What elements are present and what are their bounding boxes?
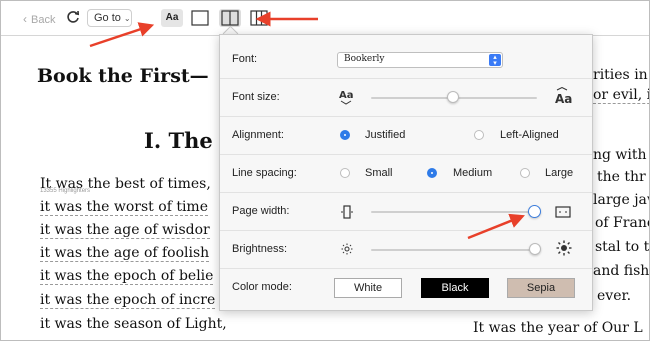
- text-line: ever.: [597, 288, 632, 304]
- text-line: of France: [595, 215, 649, 231]
- wide-width-icon: [555, 206, 571, 218]
- chapter-title: Book the First—: [37, 65, 209, 87]
- refresh-icon[interactable]: [65, 9, 81, 25]
- page-width-label: Page width:: [232, 205, 290, 217]
- color-mode-label: Color mode:: [232, 281, 292, 293]
- font-value: Bookerly: [344, 54, 385, 64]
- large-font-icon: Aa: [555, 87, 572, 106]
- multi-column-icon[interactable]: [248, 9, 270, 27]
- text-line: or evil, in: [593, 87, 649, 104]
- text-line: the thr: [597, 169, 646, 185]
- highlight-note: 13355 Highlighters: [40, 188, 91, 194]
- go-to-label: Go to: [94, 12, 121, 24]
- text-line: ng with: [593, 147, 647, 163]
- text-line: large jaw: [593, 192, 649, 208]
- brightness-row: Brightness:: [220, 231, 592, 269]
- chevron-down-icon: ⌄: [123, 14, 131, 23]
- page-width-slider[interactable]: [528, 205, 541, 218]
- small-spacing-label: Small: [365, 167, 393, 179]
- text-line: it was the worst of time: [40, 199, 208, 216]
- select-arrows-icon: ▴ ▾: [489, 54, 501, 67]
- font-select[interactable]: Bookerly ▴ ▾: [337, 52, 503, 68]
- text-line: it was the age of foolish: [40, 245, 210, 262]
- text-line: stal to th: [595, 239, 650, 255]
- color-mode-row: Color mode: White Black Sepia: [220, 269, 592, 307]
- font-label: Font:: [232, 53, 258, 65]
- page-width-row: Page width:: [220, 193, 592, 231]
- justified-label: Justified: [365, 129, 406, 141]
- medium-spacing-radio[interactable]: [427, 168, 437, 178]
- svg-text:Aa: Aa: [339, 90, 354, 101]
- text-line: and fisho: [593, 263, 650, 279]
- section-title: I. The: [144, 128, 213, 153]
- brightness-slider[interactable]: [529, 243, 541, 255]
- narrow-width-icon: [341, 205, 353, 219]
- font-size-label: Font size:: [232, 91, 280, 103]
- reading-settings-panel: Font: Bookerly ▴ ▾ Font size: Aa Aa Align…: [219, 34, 593, 311]
- alignment-row: Alignment: Justified Left-Aligned: [220, 117, 592, 155]
- font-size-row: Font size: Aa Aa: [220, 79, 592, 117]
- text-line: it was the epoch of incre: [40, 292, 216, 309]
- back-button[interactable]: ‹ Back: [23, 12, 55, 26]
- brightness-track: [371, 249, 537, 251]
- low-brightness-icon: [341, 243, 353, 255]
- text-line: It was the year of Our L: [473, 320, 643, 336]
- text-line: it was the epoch of belie: [40, 268, 214, 285]
- small-spacing-radio[interactable]: [340, 168, 350, 178]
- alignment-label: Alignment:: [232, 129, 284, 141]
- medium-spacing-label: Medium: [453, 167, 493, 179]
- left-aligned-radio[interactable]: [474, 130, 484, 140]
- go-to-dropdown[interactable]: Go to ⌄: [87, 9, 132, 27]
- chevron-left-icon: ‹: [23, 12, 27, 26]
- large-spacing-radio[interactable]: [520, 168, 530, 178]
- white-mode-button[interactable]: White: [334, 278, 402, 298]
- font-settings-button[interactable]: Aa: [161, 9, 183, 27]
- reader-window: ‹ Back Go to ⌄ Aa Book the First— I. The I…: [0, 0, 650, 341]
- justified-radio[interactable]: [340, 130, 350, 140]
- single-page-icon[interactable]: [189, 9, 211, 27]
- large-spacing-label: Large: [545, 167, 574, 179]
- black-mode-button[interactable]: Black: [421, 278, 489, 298]
- high-brightness-icon: [556, 240, 572, 256]
- page-width-track: [371, 211, 537, 213]
- font-row: Font: Bookerly ▴ ▾: [220, 41, 592, 79]
- text-line: it was the age of wisdor: [40, 222, 210, 239]
- svg-text:Aa: Aa: [555, 92, 572, 106]
- back-label: Back: [31, 14, 56, 26]
- text-line: it was the season of Light,: [40, 316, 227, 332]
- line-spacing-label: Line spacing:: [232, 167, 297, 179]
- sepia-mode-button[interactable]: Sepia: [507, 278, 575, 298]
- line-spacing-row: Line spacing: Small Medium Large: [220, 155, 592, 193]
- small-font-icon: Aa: [339, 90, 354, 105]
- text-line: rities in: [593, 67, 648, 83]
- toolbar: ‹ Back Go to ⌄ Aa: [1, 1, 649, 36]
- font-size-slider[interactable]: [447, 91, 459, 103]
- left-aligned-label: Left-Aligned: [500, 129, 559, 141]
- brightness-label: Brightness:: [232, 243, 288, 255]
